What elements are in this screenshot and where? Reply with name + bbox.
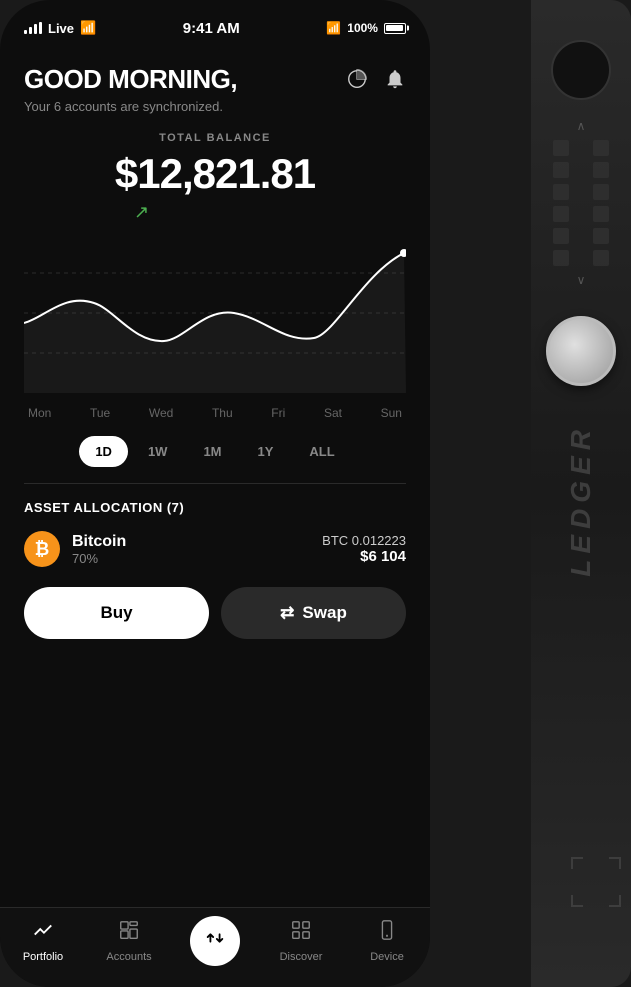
balance-amount: $12,821.81 [24, 150, 406, 198]
ledger-icon-6 [593, 184, 609, 200]
device-icon [376, 919, 398, 947]
greeting-block: GOOD MORNING, Your 6 accounts are synchr… [24, 64, 237, 114]
greeting-subtitle: Your 6 accounts are synchronized. [24, 99, 237, 114]
chart-label-fri: Fri [271, 406, 285, 420]
action-buttons: Buy ⇄ Swap [24, 587, 406, 643]
balance-section: TOTAL BALANCE $12,821.81 ↗ [24, 122, 406, 223]
balance-label: TOTAL BALANCE [24, 132, 406, 144]
asset-crypto-amount: BTC 0.012223 [322, 533, 406, 548]
ledger-icon-10 [593, 228, 609, 244]
header-icons [346, 64, 406, 96]
transfer-icon [204, 927, 226, 955]
battery-pct: 100% [347, 21, 378, 35]
nav-discover[interactable]: Discover [258, 919, 344, 963]
ledger-brand-text: LEDGER [565, 424, 597, 577]
notification-bell-icon[interactable] [384, 68, 406, 96]
ledger-icon-3 [553, 162, 569, 178]
corner-br-mark [609, 895, 621, 907]
swap-icon: ⇄ [280, 603, 294, 623]
corner-tl-mark [571, 857, 583, 869]
nav-device-label: Device [370, 951, 404, 963]
filter-all[interactable]: ALL [293, 436, 350, 467]
status-left: Live 📶 [24, 20, 96, 36]
chart-label-wed: Wed [149, 406, 173, 420]
chart-day-labels: Mon Tue Wed Thu Fri Sat Sun [24, 398, 406, 420]
nav-accounts[interactable]: Accounts [86, 919, 172, 963]
header: GOOD MORNING, Your 6 accounts are synchr… [24, 44, 406, 122]
filter-1w[interactable]: 1W [132, 436, 184, 467]
asset-name: Bitcoin [72, 533, 126, 551]
filter-1m[interactable]: 1M [187, 436, 237, 467]
ledger-corner-marks [571, 857, 621, 907]
corner-bl-mark [571, 895, 583, 907]
filter-1d[interactable]: 1D [79, 436, 128, 467]
bluetooth-icon: 📶 [326, 21, 341, 35]
ledger-main-button[interactable] [546, 316, 616, 386]
ledger-icon-12 [593, 250, 609, 266]
ledger-icon-9 [553, 228, 569, 244]
swap-button[interactable]: ⇄ Swap [221, 587, 406, 639]
ledger-device: ∧ ∨ LEDGER [531, 0, 631, 987]
ledger-icon-11 [553, 250, 569, 266]
asset-allocation-title: ASSET ALLOCATION (7) [24, 500, 406, 515]
chart-label-thu: Thu [212, 406, 233, 420]
ledger-icon-8 [593, 206, 609, 222]
ledger-icon-4 [593, 162, 609, 178]
phone-shell: Live 📶 9:41 AM 📶 100% GOOD MORNING, Your… [0, 0, 430, 987]
portfolio-icon [32, 919, 54, 947]
ledger-up-icon: ∧ [573, 118, 589, 134]
chart-label-sat: Sat [324, 406, 342, 420]
bottom-nav: Portfolio Accounts [0, 907, 430, 987]
nav-portfolio-label: Portfolio [23, 951, 63, 963]
asset-item-bitcoin[interactable]: ₿ Bitcoin 70% BTC 0.012223 $6 104 [24, 531, 406, 567]
carrier-label: Live [48, 21, 74, 36]
nav-portfolio[interactable]: Portfolio [0, 919, 86, 963]
filter-1y[interactable]: 1Y [242, 436, 290, 467]
ledger-down-icon: ∨ [573, 272, 589, 288]
chart-label-tue: Tue [90, 406, 110, 420]
greeting-title: GOOD MORNING, [24, 64, 237, 95]
status-right: 📶 100% [326, 21, 406, 35]
phone-content: GOOD MORNING, Your 6 accounts are synchr… [0, 44, 430, 643]
balance-chart [24, 233, 406, 393]
status-time: 9:41 AM [183, 20, 240, 37]
accounts-icon [118, 919, 140, 947]
ledger-icon-7 [553, 206, 569, 222]
asset-info: Bitcoin 70% [72, 533, 126, 566]
buy-button[interactable]: Buy [24, 587, 209, 639]
asset-left: ₿ Bitcoin 70% [24, 531, 126, 567]
ledger-icon-1 [553, 140, 569, 156]
nav-discover-label: Discover [280, 951, 323, 963]
chart-label-mon: Mon [28, 406, 51, 420]
balance-trend-arrow-icon: ↗ [24, 202, 406, 223]
signal-bars-icon [24, 22, 42, 34]
status-bar: Live 📶 9:41 AM 📶 100% [0, 0, 430, 44]
asset-pct: 70% [72, 551, 126, 566]
chart-section: Mon Tue Wed Thu Fri Sat Sun [24, 233, 406, 420]
nav-accounts-label: Accounts [106, 951, 151, 963]
discover-icon [290, 919, 312, 947]
ledger-buttons: ∧ ∨ [541, 118, 621, 288]
time-filters: 1D 1W 1M 1Y ALL [24, 436, 406, 467]
corner-tr-mark [609, 857, 621, 869]
nav-transfer-button[interactable] [190, 916, 240, 966]
bitcoin-icon: ₿ [24, 531, 60, 567]
chart-label-sun: Sun [381, 406, 402, 420]
asset-right: BTC 0.012223 $6 104 [322, 533, 406, 565]
ledger-top-circle [551, 40, 611, 100]
ledger-icon-2 [593, 140, 609, 156]
battery-icon [384, 23, 406, 34]
ledger-icon-5 [553, 184, 569, 200]
nav-device[interactable]: Device [344, 919, 430, 963]
asset-fiat-value: $6 104 [322, 548, 406, 565]
wifi-icon: 📶 [80, 20, 96, 36]
nav-center[interactable] [172, 916, 258, 966]
portfolio-pie-icon[interactable] [346, 68, 368, 96]
divider [24, 483, 406, 484]
